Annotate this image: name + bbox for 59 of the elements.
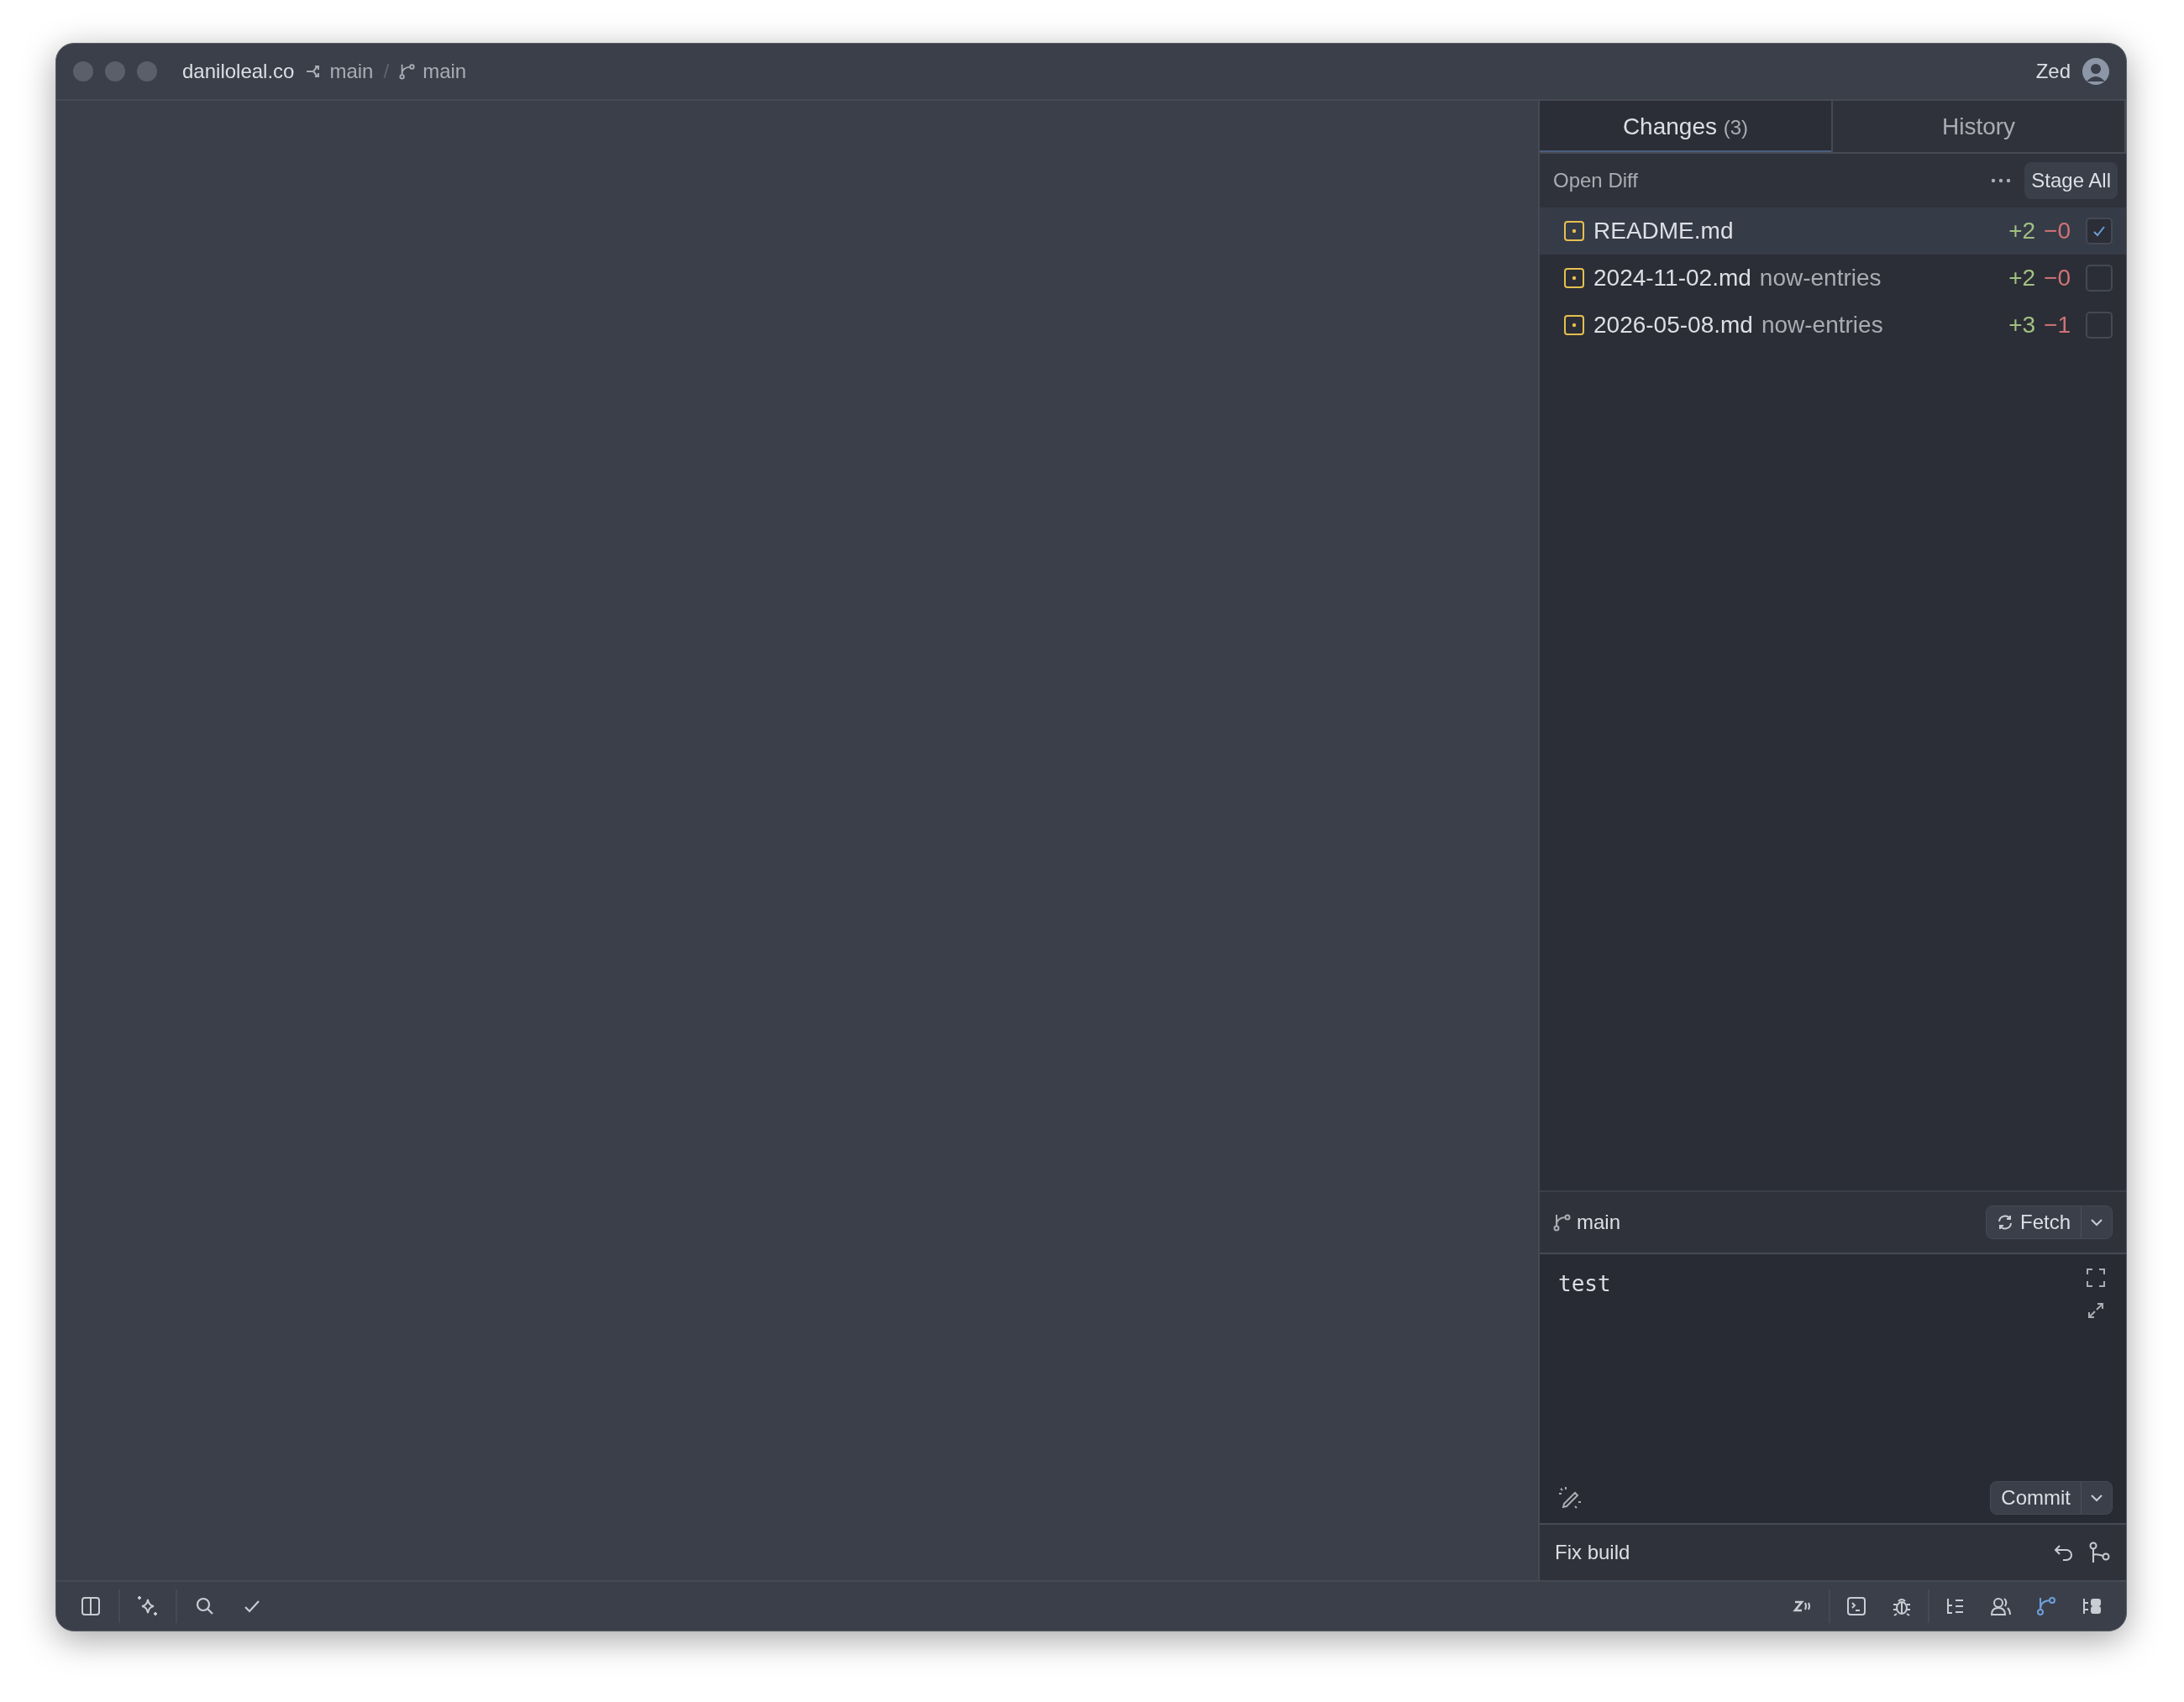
- bug-icon: [1892, 1596, 1912, 1616]
- worktree-name[interactable]: main: [329, 56, 374, 87]
- commit-split-button[interactable]: Commit: [1990, 1481, 2113, 1515]
- people-icon: [1991, 1596, 2011, 1616]
- removed-lines-count: −1: [2044, 311, 2071, 339]
- panel-tab[interactable]: Changes (3): [1540, 101, 1833, 152]
- user-name: Zed: [2035, 59, 2071, 84]
- last-commit-message: Fix build: [1555, 1540, 1630, 1565]
- added-lines-count: +3: [2008, 311, 2036, 339]
- added-lines-count: +2: [2008, 217, 2036, 245]
- folder-name: now-entries: [1761, 311, 1883, 339]
- branch-name[interactable]: main: [423, 56, 467, 87]
- chevron-down-icon: [2090, 1218, 2103, 1227]
- added-lines-count: +2: [2008, 264, 2036, 292]
- refresh-icon: [1996, 1214, 2013, 1231]
- fetch-button[interactable]: Fetch: [1986, 1206, 2081, 1238]
- modified-file-icon: [1563, 267, 1585, 289]
- tree-panel-icon: [2082, 1596, 2102, 1616]
- search-icon: [195, 1596, 215, 1616]
- sidebar-icon: [81, 1596, 101, 1616]
- stage-checkbox[interactable]: [2086, 218, 2113, 244]
- more-icon[interactable]: [1991, 178, 2012, 183]
- modified-file-icon: [1563, 220, 1585, 242]
- user-avatar[interactable]: [2082, 58, 2109, 85]
- sparkle-icon: [137, 1595, 159, 1617]
- branch-icon: [399, 63, 417, 80]
- commit-message-field[interactable]: test: [1558, 1268, 2086, 1320]
- breadcrumb-separator: /: [383, 59, 390, 84]
- check-icon: [2092, 225, 2106, 237]
- file-row[interactable]: 2026-05-08.md now-entries +3 −1: [1540, 302, 2126, 349]
- fullscreen-icon[interactable]: [2086, 1268, 2106, 1288]
- removed-lines-count: −0: [2044, 217, 2071, 245]
- expand-icon[interactable]: [2087, 1301, 2105, 1320]
- removed-lines-count: −0: [2044, 264, 2071, 292]
- branch-icon: [1553, 1213, 1572, 1232]
- branch-name[interactable]: main: [1577, 1207, 1621, 1237]
- file-name: README.md: [1593, 217, 1734, 245]
- check-icon: [244, 1600, 260, 1613]
- undo-icon[interactable]: [2054, 1543, 2074, 1562]
- branch-commit-icon[interactable]: [2089, 1542, 2111, 1563]
- stage-checkbox[interactable]: [2086, 265, 2113, 292]
- modified-file-icon: [1563, 314, 1585, 336]
- file-row[interactable]: 2024-11-02.md now-entries +2 −0: [1540, 255, 2126, 302]
- panel-tab[interactable]: History: [1833, 101, 2126, 152]
- file-name: 2026-05-08.md: [1593, 311, 1753, 339]
- chevron-down-icon: [2090, 1494, 2103, 1502]
- commit-button[interactable]: Commit: [1991, 1482, 2081, 1514]
- magic-pencil-icon[interactable]: [1558, 1486, 1582, 1510]
- folder-name: now-entries: [1759, 264, 1882, 292]
- file-row[interactable]: README.md +2 −0: [1540, 207, 2126, 255]
- project-name[interactable]: daniloleal.co: [182, 56, 295, 87]
- outline-icon: [1945, 1596, 1966, 1616]
- file-name: 2024-11-02.md: [1593, 264, 1751, 292]
- branch-icon: [2036, 1596, 2056, 1616]
- stage-all-button[interactable]: Stage All: [2024, 162, 2118, 199]
- stage-checkbox[interactable]: [2086, 312, 2113, 339]
- fetch-split-button[interactable]: Fetch: [1985, 1206, 2113, 1239]
- open-diff-button[interactable]: Open Diff: [1553, 165, 1638, 196]
- terminal-icon: [1846, 1596, 1866, 1616]
